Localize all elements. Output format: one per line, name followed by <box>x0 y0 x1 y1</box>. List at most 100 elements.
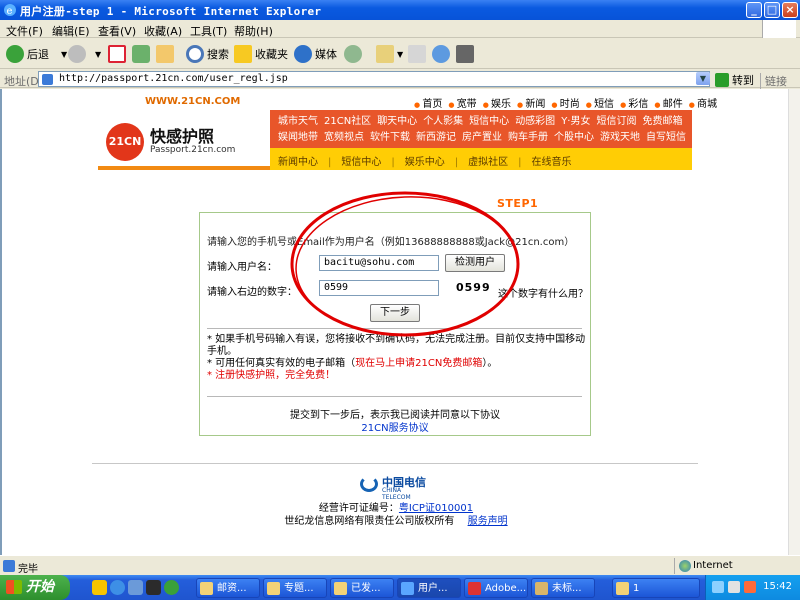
volume-icon[interactable] <box>728 581 740 593</box>
channel-link[interactable]: 短信中心 <box>469 116 509 127</box>
separator: | <box>328 157 332 168</box>
menu-favorites[interactable]: 收藏(A) <box>144 23 182 39</box>
taskbar-item[interactable]: 专题... <box>263 578 327 598</box>
links-button[interactable]: 链接 <box>760 73 787 89</box>
taskbar-item-active[interactable]: 用户... <box>397 578 461 598</box>
channel-link[interactable]: 个人影集 <box>423 116 463 127</box>
address-dropdown-icon[interactable]: ▼ <box>696 72 710 85</box>
service-agreement-link[interactable]: 21CN服务协议 <box>200 419 590 434</box>
stop-button[interactable] <box>108 43 129 65</box>
minimize-button[interactable]: _ <box>746 2 762 18</box>
messenger-button[interactable] <box>432 43 453 65</box>
search-button[interactable]: 搜索 <box>186 43 229 65</box>
channel-link[interactable]: 新西游记 <box>416 132 456 143</box>
check-user-button[interactable]: 检测用户 <box>445 254 505 272</box>
nav-broadband[interactable]: 宽带 <box>448 99 476 110</box>
menu-view[interactable]: 查看(V) <box>98 23 136 39</box>
channel-link[interactable]: 房产置业 <box>462 132 502 143</box>
media-player-icon[interactable] <box>146 580 161 595</box>
taskbar-item[interactable]: 未标... <box>531 578 595 598</box>
forward-dropdown-icon[interactable]: ▼ <box>95 50 101 59</box>
address-url: http://passport.21cn.com/user_regl.jsp <box>59 73 288 84</box>
history-button[interactable] <box>344 43 365 65</box>
section-link[interactable]: 虚拟社区 <box>468 157 508 168</box>
desktop-icon[interactable] <box>128 580 143 595</box>
nav-fashion[interactable]: 时尚 <box>551 99 579 110</box>
channel-link[interactable]: 游戏天地 <box>600 132 640 143</box>
section-link[interactable]: 在线音乐 <box>532 157 572 168</box>
taskbar-item[interactable]: Adobe... <box>464 578 528 598</box>
channel-link[interactable]: 21CN社区 <box>324 116 371 127</box>
free-mailbox-link[interactable]: 现在马上申请21CN免费邮箱 <box>355 358 482 369</box>
divider <box>207 396 582 397</box>
channel-link[interactable]: 动感彩图 <box>515 116 555 127</box>
refresh-button[interactable] <box>132 43 153 65</box>
channel-link[interactable]: 购车手册 <box>508 132 548 143</box>
vertical-scrollbar[interactable] <box>788 89 800 555</box>
section-link[interactable]: 新闻中心 <box>278 157 318 168</box>
qq-icon[interactable] <box>92 580 107 595</box>
captcha-input[interactable]: 0599 <box>319 280 439 296</box>
nav-sms[interactable]: 短信 <box>586 99 614 110</box>
start-button[interactable]: 开始 <box>0 575 70 600</box>
taskbar-item[interactable]: 1 <box>612 578 700 598</box>
home-button[interactable] <box>156 43 177 65</box>
menu-file[interactable]: 文件(F) <box>6 23 43 39</box>
window-title: 用户注册-step 1 - Microsoft Internet Explore… <box>20 5 322 18</box>
mail-dropdown-icon[interactable]: ▼ <box>397 50 403 59</box>
tray-app-icon[interactable] <box>744 581 756 593</box>
taskbar-item[interactable]: 邮资... <box>196 578 260 598</box>
back-button[interactable]: 后退 ▼ <box>6 43 67 65</box>
service-statement-link[interactable]: 服务声明 <box>468 516 508 527</box>
paint-icon <box>535 582 548 595</box>
mail-button[interactable]: ▼ <box>376 43 403 65</box>
network-icon[interactable] <box>712 581 724 593</box>
channel-link[interactable]: 城市天气 <box>278 116 318 127</box>
channel-link[interactable]: Y·男女 <box>561 116 590 127</box>
channel-link[interactable]: 宽频视点 <box>324 132 364 143</box>
nav-entertainment[interactable]: 娱乐 <box>483 99 511 110</box>
star-icon <box>234 45 252 63</box>
section-link[interactable]: 娱乐中心 <box>405 157 445 168</box>
username-input[interactable]: bacitu@sohu.com <box>319 255 439 271</box>
channel-link[interactable]: 娱闻地带 <box>278 132 318 143</box>
forward-button[interactable]: ▼ <box>68 43 101 65</box>
address-input[interactable]: http://passport.21cn.com/user_regl.jsp <box>38 71 710 87</box>
site-url-text[interactable]: WWW.21CN.COM <box>145 96 240 107</box>
back-dropdown-icon[interactable]: ▼ <box>61 50 67 59</box>
separator: | <box>518 157 522 168</box>
captcha-help-link[interactable]: 这个数字有什么用？ <box>498 285 588 300</box>
channel-link[interactable]: 个股中心 <box>554 132 594 143</box>
folder-icon <box>616 582 629 595</box>
next-step-button[interactable]: 下一步 <box>370 304 420 322</box>
site-banner: 21CN 快感护照 Passport.21cn.com 城市天气 21CN社区 聊天… <box>98 110 692 170</box>
channel-link[interactable]: 软件下载 <box>370 132 410 143</box>
print-button[interactable] <box>408 43 429 65</box>
go-button[interactable]: 转到 <box>715 72 754 88</box>
menu-help[interactable]: 帮助(H) <box>234 23 273 39</box>
channel-link[interactable]: 免费邮箱 <box>642 116 682 127</box>
menu-edit[interactable]: 编辑(E) <box>52 23 90 39</box>
media-button[interactable]: 媒体 <box>294 43 337 65</box>
close-button[interactable]: × <box>782 2 798 18</box>
taskbar-item[interactable]: 已发... <box>330 578 394 598</box>
favorites-label: 收藏夹 <box>255 48 288 61</box>
brand-name: 快感护照 <box>150 127 215 146</box>
channel-link[interactable]: 聊天中心 <box>377 116 417 127</box>
research-button[interactable] <box>456 43 477 65</box>
section-link[interactable]: 短信中心 <box>341 157 381 168</box>
nav-mail[interactable]: 邮件 <box>654 99 682 110</box>
messenger-quicklaunch-icon[interactable] <box>164 580 179 595</box>
nav-mall[interactable]: 商城 <box>689 99 717 110</box>
nav-mms[interactable]: 彩信 <box>620 99 648 110</box>
ie-quicklaunch-icon[interactable] <box>110 580 125 595</box>
nav-news[interactable]: 新闻 <box>517 99 545 110</box>
favorites-button[interactable]: 收藏夹 <box>234 43 288 65</box>
menu-tools[interactable]: 工具(T) <box>190 23 227 39</box>
channel-link[interactable]: 自写短信 <box>646 132 686 143</box>
channel-row-2: 娱闻地带 宽频视点 软件下载 新西游记 房产置业 购车手册 个股中心 游戏天地 自写短信 <box>278 129 692 145</box>
maximize-button[interactable]: □ <box>764 2 780 18</box>
nav-home[interactable]: 首页 <box>414 99 442 110</box>
channel-link[interactable]: 短信订阅 <box>596 116 636 127</box>
back-label: 后退 <box>27 48 49 61</box>
